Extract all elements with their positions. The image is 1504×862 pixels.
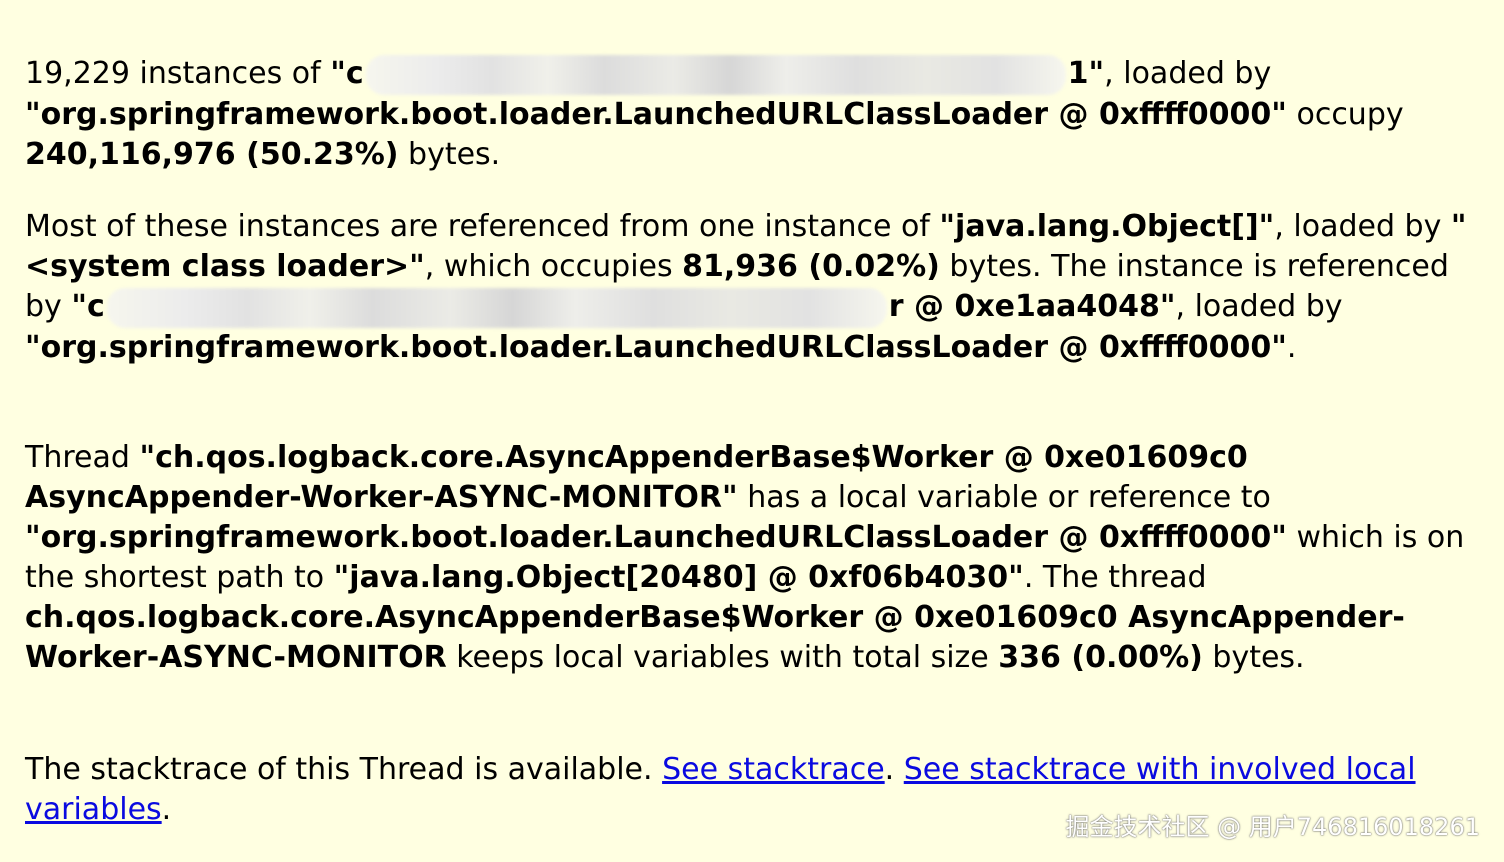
- which-occupies-text: , which occupies: [424, 249, 683, 284]
- thread-word: Thread: [25, 440, 140, 475]
- reference-intro-text: Most of these instances are referenced f…: [25, 209, 940, 244]
- classloader-name: "org.springframework.boot.loader.Launche…: [25, 520, 1287, 555]
- object-array-class: "java.lang.Object[]": [939, 209, 1275, 244]
- stacktrace-available-text: The stacktrace of this Thread is availab…: [25, 752, 663, 787]
- keeps-locals-text: keeps local variables with total size: [446, 640, 999, 675]
- watermark: 掘金技术社区 @ 用户746816018261: [1065, 813, 1481, 841]
- local-variables-size: 336 (0.00%): [998, 640, 1203, 675]
- referrer-name-prefix: "c: [71, 289, 105, 324]
- period: .: [161, 792, 172, 827]
- retained-size: 240,116,976 (50.23%): [25, 136, 399, 172]
- occupy-text: occupy: [1296, 96, 1404, 132]
- reference-paragraph: Most of these instances are referenced f…: [25, 207, 1495, 368]
- loaded-by-text: , loaded by: [1274, 209, 1451, 244]
- redacted-class-name: [365, 54, 1066, 95]
- loaded-by-text: , loaded by: [1104, 56, 1272, 91]
- separator: .: [884, 752, 904, 787]
- classloader-name: "org.springframework.boot.loader.Launche…: [25, 329, 1287, 365]
- object-array-instance: "java.lang.Object[20480] @ 0xf06b4030": [333, 560, 1024, 595]
- loaded-by-text: , loaded by: [1175, 289, 1343, 324]
- problem-suspect-report: 19,229 instances of "c 1", loaded by "org…: [0, 0, 1504, 862]
- instance-count: 19,229: [25, 56, 130, 91]
- the-thread-text: . The thread: [1023, 560, 1207, 595]
- thread-paragraph: Thread "ch.qos.logback.core.AsyncAppende…: [25, 438, 1495, 678]
- referrer-name-suffix: r @ 0xe1aa4048": [888, 289, 1176, 324]
- bytes-text: bytes.: [398, 136, 501, 172]
- class-name-prefix: "c: [330, 56, 364, 91]
- instances-of-text: instances of: [129, 56, 331, 91]
- array-retained-size: 81,936 (0.02%): [682, 249, 940, 284]
- redacted-referrer-name: [106, 287, 887, 328]
- class-name-suffix: 1": [1067, 56, 1105, 91]
- period: .: [1286, 329, 1297, 365]
- classloader-name: "org.springframework.boot.loader.Launche…: [25, 96, 1287, 132]
- local-reference-text: has a local variable or reference to: [737, 480, 1271, 515]
- suspect-summary-paragraph: 19,229 instances of "c 1", loaded by "org…: [25, 54, 1495, 175]
- see-stacktrace-link[interactable]: See stacktrace: [662, 752, 885, 787]
- bytes-text: bytes.: [1202, 640, 1305, 675]
